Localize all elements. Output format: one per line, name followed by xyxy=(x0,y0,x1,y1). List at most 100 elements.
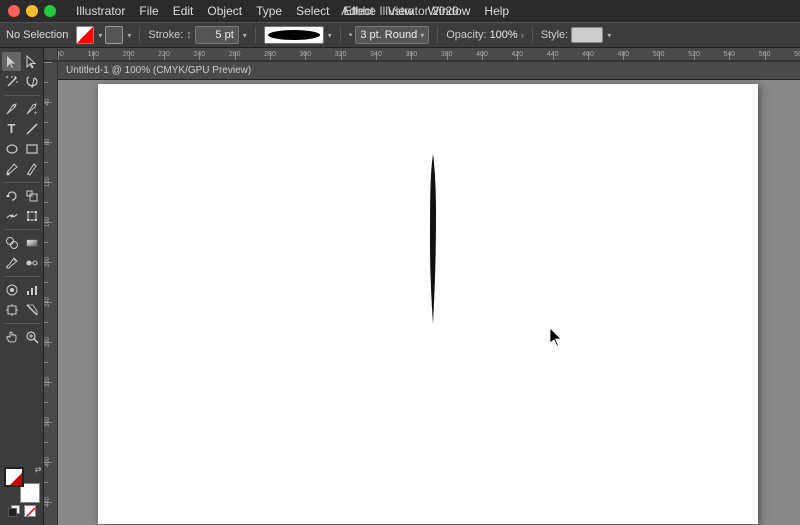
opacity-dropdown-arrow[interactable]: › xyxy=(521,30,524,40)
tool-artboard[interactable] xyxy=(2,300,21,319)
tool-row-warp xyxy=(2,206,42,225)
style-section: Style: ▾ xyxy=(541,27,612,43)
tool-paintbrush[interactable] xyxy=(2,159,21,178)
main-area: No Selection ▾ ▾ Stroke: ↕ ▾ ▾ xyxy=(0,22,800,525)
tool-row-text: T xyxy=(2,119,42,138)
tool-row-shapebuilder xyxy=(2,233,42,252)
tool-slice[interactable] xyxy=(22,300,41,319)
menu-help[interactable]: Help xyxy=(478,2,515,20)
menu-select[interactable]: Select xyxy=(290,2,335,20)
fill-swatch[interactable] xyxy=(76,26,94,44)
control-bar: No Selection ▾ ▾ Stroke: ↕ ▾ ▾ xyxy=(0,22,800,48)
foreground-color-swatch[interactable] xyxy=(4,467,24,487)
style-swatch[interactable] xyxy=(571,27,603,43)
svg-text:+: + xyxy=(34,111,38,116)
menu-type[interactable]: Type xyxy=(250,2,288,20)
maximize-button[interactable] xyxy=(44,5,56,17)
doc-tab-label: Untitled-1 @ 100% (CMYK/GPU Preview) xyxy=(66,65,251,76)
stroke-unit-dropdown[interactable]: ▾ xyxy=(243,31,247,40)
fill-dropdown-arrow[interactable]: ▾ xyxy=(98,31,102,40)
tool-rectangle[interactable] xyxy=(22,139,41,158)
color-mode-icons xyxy=(8,505,36,517)
tool-rotate[interactable] xyxy=(2,186,21,205)
tool-free-transform[interactable] xyxy=(22,206,41,225)
tool-text[interactable]: T xyxy=(2,119,21,138)
tool-row-pen: + xyxy=(2,99,42,118)
tool-hand[interactable] xyxy=(2,327,21,346)
tool-blend[interactable] xyxy=(22,253,41,272)
stroke-controls: Stroke: ↕ ▾ xyxy=(148,26,246,44)
tool-eyedropper[interactable] xyxy=(2,253,21,272)
ruler-horizontal: 1601802002202402602803003203403603804004… xyxy=(44,48,800,62)
brush-controls: • 3 pt. Round ▾ xyxy=(349,26,429,44)
canvas-area[interactable]: Untitled-1 @ 100% (CMYK/GPU Preview) xyxy=(58,62,800,525)
tool-pencil[interactable] xyxy=(22,159,41,178)
minimize-button[interactable] xyxy=(26,5,38,17)
tool-shape-builder[interactable] xyxy=(2,233,21,252)
ruler-marks-horizontal: 1601802002202402602803003203403603804004… xyxy=(58,48,800,61)
style-dropdown-arrow[interactable]: ▾ xyxy=(607,31,611,40)
tool-anchor-add[interactable]: + xyxy=(22,99,41,118)
tool-row-shape xyxy=(2,139,42,158)
swatch-stack: ⇄ xyxy=(4,467,40,503)
tool-row-wand xyxy=(2,72,42,91)
color-swatches: ⇄ xyxy=(4,463,40,521)
tool-row-selection xyxy=(2,52,42,71)
tool-separator-5 xyxy=(4,323,40,324)
menu-effect[interactable]: Effect xyxy=(337,2,379,20)
title-bar: Illustrator File Edit Object Type Select… xyxy=(0,0,800,22)
tool-row-hand xyxy=(2,327,42,346)
canvas-work-area: 4080120160200240280320360400440 Untitled… xyxy=(44,62,800,525)
opacity-section: Opacity: 100% › xyxy=(446,29,524,41)
none-color-icon[interactable] xyxy=(24,505,36,517)
opacity-label: Opacity: xyxy=(446,29,486,41)
work-row: + T xyxy=(0,48,800,525)
canvas-container: 1601802002202402602803003203403603804004… xyxy=(44,48,800,525)
stroke-label: Stroke: xyxy=(148,29,183,41)
stroke-color-swatch[interactable] xyxy=(105,26,123,44)
tool-lasso[interactable] xyxy=(22,72,41,91)
tool-row-transform xyxy=(2,186,42,205)
menu-file[interactable]: File xyxy=(133,2,164,20)
no-selection-label: No Selection xyxy=(6,29,68,41)
tool-selection[interactable] xyxy=(2,52,21,71)
stroke-color-dropdown-arrow[interactable]: ▾ xyxy=(127,31,131,40)
menu-bar: Illustrator File Edit Object Type Select… xyxy=(70,2,515,20)
swap-colors-icon[interactable]: ⇄ xyxy=(35,465,42,474)
brush-dropdown-arrow[interactable]: ▾ xyxy=(420,31,424,40)
tool-symbol[interactable] xyxy=(2,280,21,299)
tool-row-symbol xyxy=(2,280,42,299)
menu-window[interactable]: Window xyxy=(422,2,477,20)
tool-scale[interactable] xyxy=(22,186,41,205)
style-label: Style: xyxy=(541,29,569,41)
brush-profile-dropdown[interactable]: 3 pt. Round ▾ xyxy=(355,26,429,44)
menu-object[interactable]: Object xyxy=(201,2,248,20)
tool-ellipse[interactable] xyxy=(2,139,21,158)
stroke-profile-preview[interactable] xyxy=(264,26,324,44)
tool-row-artboard xyxy=(2,300,42,319)
tool-separator-4 xyxy=(4,276,40,277)
tool-row-brush xyxy=(2,159,42,178)
tool-separator-2 xyxy=(4,182,40,183)
tool-line[interactable] xyxy=(22,119,41,138)
default-colors-icon[interactable] xyxy=(8,505,20,517)
text-tool-icon: T xyxy=(8,121,16,136)
menu-illustrator[interactable]: Illustrator xyxy=(70,2,131,20)
tool-chart[interactable] xyxy=(22,280,41,299)
stroke-width-input[interactable] xyxy=(195,26,239,44)
tool-direct-selection[interactable] xyxy=(22,52,41,71)
brush-profile-label: 3 pt. Round xyxy=(360,29,417,41)
stroke-profile-dropdown-arrow[interactable]: ▾ xyxy=(328,31,332,40)
menu-edit[interactable]: Edit xyxy=(167,2,200,20)
ruler-vertical: 4080120160200240280320360400440 xyxy=(44,62,58,525)
stroke-profile-controls: ▾ xyxy=(264,26,332,44)
menu-view[interactable]: View xyxy=(382,2,420,20)
tool-pen[interactable] xyxy=(2,99,21,118)
tool-gradient[interactable] xyxy=(22,233,41,252)
tool-zoom[interactable] xyxy=(22,327,41,346)
tool-separator-3 xyxy=(4,229,40,230)
tool-row-eyedropper xyxy=(2,253,42,272)
close-button[interactable] xyxy=(8,5,20,17)
tool-warp[interactable] xyxy=(2,206,21,225)
tool-magic-wand[interactable] xyxy=(2,72,21,91)
